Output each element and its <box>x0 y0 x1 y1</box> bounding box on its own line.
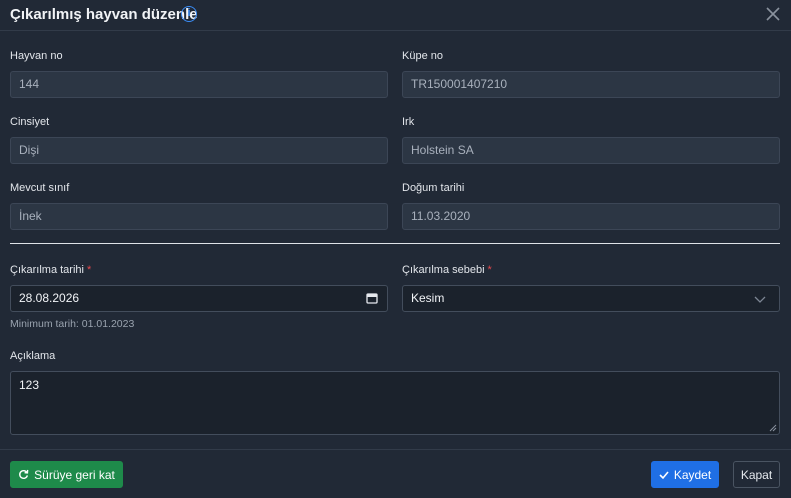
calendar-icon[interactable] <box>366 292 378 304</box>
removal-date-label-text: Çıkarılma tarihi <box>10 264 84 276</box>
footer-divider <box>0 449 791 450</box>
required-mark: * <box>86 264 92 276</box>
close-label: Kapat <box>740 467 773 482</box>
current-class-label: Mevcut sınıf <box>10 182 70 194</box>
removal-date-input[interactable]: 28.08.2026 <box>10 285 388 312</box>
section-divider <box>10 243 780 244</box>
check-icon <box>659 470 669 479</box>
removal-reason-value: Kesim <box>411 291 445 305</box>
removal-date-label: Çıkarılma tarihi * <box>10 264 91 276</box>
close-button[interactable]: Kapat <box>733 461 780 488</box>
birth-date-field[interactable]: 11.03.2020 <box>402 203 780 230</box>
breed-label: Irk <box>402 116 415 128</box>
animal-no-field[interactable]: 144 <box>10 71 388 98</box>
animal-no-label: Hayvan no <box>10 50 63 62</box>
removal-reason-label-text: Çıkarılma sebebi <box>402 264 485 276</box>
return-to-herd-button[interactable]: Sürüye geri kat <box>10 461 123 488</box>
save-label: Kaydet <box>673 467 712 482</box>
chevron-down-icon <box>754 296 766 303</box>
description-label: Açıklama <box>10 350 56 362</box>
breed-field[interactable]: Holstein SA <box>402 137 780 164</box>
resize-handle-icon[interactable] <box>769 424 777 432</box>
ear-tag-label: Küpe no <box>402 50 443 62</box>
rotate-icon <box>19 469 29 480</box>
required-mark: * <box>487 264 492 276</box>
close-icon[interactable] <box>763 4 783 24</box>
dialog-title: Çıkarılmış hayvan düzenle <box>10 6 198 23</box>
save-button[interactable]: Kaydet <box>651 461 719 488</box>
ear-tag-field[interactable]: TR150001407210 <box>402 71 780 98</box>
description-textarea[interactable]: 123 <box>10 371 780 435</box>
removal-reason-label: Çıkarılma sebebi * <box>402 264 492 276</box>
current-class-field[interactable]: İnek <box>10 203 388 230</box>
gender-field[interactable]: Dişi <box>10 137 388 164</box>
return-to-herd-label: Sürüye geri kat <box>34 467 115 482</box>
removal-reason-select[interactable]: Kesim <box>402 285 780 312</box>
edit-removed-animal-dialog: Çıkarılmış hayvan düzenle i Hayvan no 14… <box>0 0 791 498</box>
birth-date-label: Doğum tarihi <box>402 182 465 194</box>
gender-label: Cinsiyet <box>10 116 50 128</box>
min-date-hint: Minimum tarih: 01.01.2023 <box>10 318 135 330</box>
dialog-header: Çıkarılmış hayvan düzenle i <box>0 0 791 31</box>
removal-date-value: 28.08.2026 <box>19 291 80 305</box>
description-value: 123 <box>19 378 40 392</box>
info-icon[interactable]: i <box>181 6 197 22</box>
